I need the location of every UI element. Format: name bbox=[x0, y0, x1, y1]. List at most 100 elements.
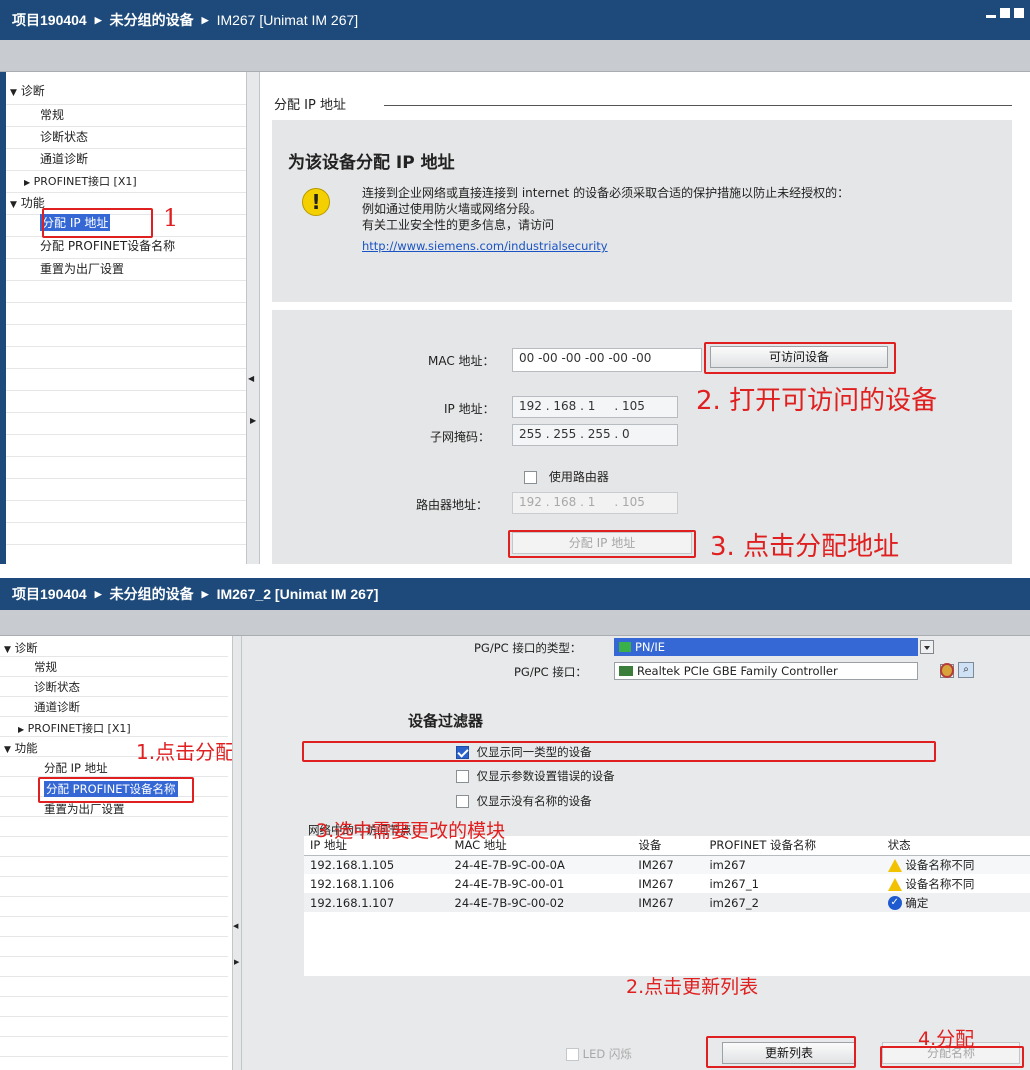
top-main: 分配 IP 地址 为该设备分配 IP 地址 ! 连接到企业网络或直接连接到 in… bbox=[260, 72, 1030, 564]
annotation-step-1: 1 bbox=[163, 204, 179, 232]
breadcrumb-device[interactable]: IM267_2 [Unimat IM 267] bbox=[217, 586, 379, 602]
tree-profinet-label: PROFINET接口 [X1] bbox=[27, 722, 131, 735]
router-field[interactable]: 192 . 168 . 1 . 105 bbox=[512, 492, 678, 514]
breadcrumb-project[interactable]: 项目190404 bbox=[12, 10, 87, 30]
annotation-box-row bbox=[302, 741, 936, 762]
table-row[interactable]: 192.168.1.107 24-4E-7B-9C-00-02 IM267 im… bbox=[304, 893, 1030, 912]
mac-label: MAC 地址： bbox=[428, 354, 495, 368]
collapse-left-icon[interactable]: ◀ bbox=[248, 374, 254, 383]
breadcrumb-project[interactable]: 项目190404 bbox=[12, 584, 87, 604]
cell-status-text: 确定 bbox=[905, 895, 929, 910]
maximize-icon[interactable] bbox=[1014, 8, 1024, 18]
annotation-step-3: 3. 点击分配地址 bbox=[710, 532, 900, 562]
filter-no-name-checkbox[interactable] bbox=[456, 795, 469, 808]
breadcrumb-group[interactable]: 未分组的设备 bbox=[110, 10, 194, 30]
expand-down-icon: ▼ bbox=[4, 745, 11, 755]
col-status[interactable]: 状态 bbox=[881, 836, 1030, 856]
nodes-table: IP 地址 MAC 地址 设备 PROFINET 设备名称 状态 192.168… bbox=[304, 836, 1030, 912]
tree-item-channel-diag[interactable]: 通道诊断 bbox=[40, 150, 88, 167]
tree-func-header[interactable]: ▼ 功能 bbox=[4, 740, 38, 756]
ip-label: IP 地址： bbox=[444, 402, 495, 416]
tree-item-factory-reset[interactable]: 重置为出厂设置 bbox=[44, 801, 125, 817]
tree-item-general[interactable]: 常规 bbox=[40, 106, 64, 123]
pgpc-type-dropdown-icon[interactable] bbox=[920, 640, 934, 654]
subnet-field[interactable]: 255 . 255 . 255 . 0 bbox=[512, 424, 678, 446]
breadcrumb-separator-icon: ▶ bbox=[201, 14, 209, 25]
tree-item-factory-reset[interactable]: 重置为出厂设置 bbox=[40, 260, 124, 277]
breadcrumb-separator-icon: ▶ bbox=[94, 588, 102, 599]
warning-icon bbox=[887, 877, 902, 891]
table-row[interactable]: 192.168.1.105 24-4E-7B-9C-00-0A IM267 im… bbox=[304, 855, 1030, 874]
collapse-left-icon[interactable]: ◀ bbox=[233, 922, 238, 930]
tree-item-profinet[interactable]: ▶ PROFINET接口 [X1] bbox=[18, 720, 131, 736]
diagnostics-shield-icon[interactable] bbox=[940, 663, 954, 678]
expand-down-icon: ▼ bbox=[10, 200, 17, 210]
subnet-label: 子网掩码： bbox=[430, 430, 491, 444]
top-splitter[interactable]: ◀ ▶ bbox=[246, 72, 260, 564]
breadcrumb-group[interactable]: 未分组的设备 bbox=[110, 584, 194, 604]
tree-item-assign-name[interactable]: 分配 PROFINET设备名称 bbox=[40, 237, 175, 254]
warning-line-2: 例如通过使用防火墙或网络分段。 bbox=[362, 202, 543, 216]
filter-param-error-checkbox[interactable] bbox=[456, 770, 469, 783]
tree-profinet-label: PROFINET接口 [X1] bbox=[33, 175, 137, 188]
cell-mac: 24-4E-7B-9C-00-0A bbox=[454, 857, 565, 872]
filter-heading: 设备过滤器 bbox=[408, 712, 484, 730]
tree-diag-label: 诊断 bbox=[14, 641, 38, 655]
expand-right-icon[interactable]: ▶ bbox=[250, 416, 256, 425]
nodes-table-container: IP 地址 MAC 地址 设备 PROFINET 设备名称 状态 192.168… bbox=[304, 836, 1030, 976]
tree-item-assign-ip[interactable]: 分配 IP 地址 bbox=[44, 760, 108, 776]
col-device[interactable]: 设备 bbox=[632, 836, 704, 856]
top-sidebar: ▼ 诊断 常规 诊断状态 通道诊断 ▶ PROFINET接口 [X1] ▼ 功能… bbox=[0, 72, 246, 564]
warning-line-3: 有关工业安全性的更多信息，请访问 bbox=[362, 218, 555, 232]
tree-func-label: 功能 bbox=[20, 196, 45, 210]
security-link[interactable]: http://www.siemens.com/industrialsecurit… bbox=[362, 239, 608, 253]
nic-icon bbox=[619, 666, 633, 676]
filter-no-name[interactable]: 仅显示没有名称的设备 bbox=[456, 793, 592, 809]
filter-param-error[interactable]: 仅显示参数设置错误的设备 bbox=[456, 768, 615, 784]
tree-item-channel-diag[interactable]: 通道诊断 bbox=[34, 699, 80, 715]
tree-diag-header[interactable]: ▼ 诊断 bbox=[4, 640, 38, 656]
breadcrumb-device[interactable]: IM267 [Unimat IM 267] bbox=[217, 12, 359, 28]
table-row[interactable]: 192.168.1.106 24-4E-7B-9C-00-01 IM267 im… bbox=[304, 874, 1030, 893]
restore-icon[interactable] bbox=[1000, 8, 1010, 18]
led-flash-row[interactable]: LED 闪烁 bbox=[566, 1046, 632, 1062]
warning-icon bbox=[887, 858, 902, 872]
warning-line-1: 连接到企业网络或直接连接到 internet 的设备必须采取合适的保护措施以防止… bbox=[362, 186, 850, 200]
cell-mac: 24-4E-7B-9C-00-02 bbox=[454, 895, 565, 910]
mac-field[interactable]: 00 -00 -00 -00 -00 -00 bbox=[512, 348, 702, 372]
bottom-main: PG/PC 接口的类型： PN/IE PG/PC 接口： Realtek PCI… bbox=[242, 636, 1030, 1070]
tree-diag-header[interactable]: ▼ 诊断 bbox=[10, 82, 45, 99]
search-icon[interactable]: ⌕ bbox=[958, 662, 974, 678]
warning-icon: ! bbox=[302, 188, 330, 216]
pgpc-type-label: PG/PC 接口的类型： bbox=[474, 641, 582, 655]
cell-device: IM267 bbox=[638, 876, 674, 891]
pgpc-type-select[interactable]: PN/IE bbox=[614, 638, 918, 656]
bottom-sidebar: ▼ 诊断 常规 诊断状态 通道诊断 ▶ PROFINET接口 [X1] ▼ 功能… bbox=[0, 636, 232, 1070]
led-flash-checkbox[interactable] bbox=[566, 1048, 579, 1061]
tree-func-label: 功能 bbox=[14, 741, 38, 755]
pgpc-iface-select[interactable]: Realtek PCIe GBE Family Controller bbox=[614, 662, 918, 680]
tree-item-diag-status[interactable]: 诊断状态 bbox=[34, 679, 80, 695]
annotation-step-b3: 3.选中需要更改的模块 bbox=[316, 820, 506, 842]
cell-mac: 24-4E-7B-9C-00-01 bbox=[454, 876, 565, 891]
pgpc-iface-label: PG/PC 接口： bbox=[514, 665, 587, 679]
ip-field[interactable]: 192 . 168 . 1 . 105 bbox=[512, 396, 678, 418]
bottom-splitter[interactable]: ◀ ▶ bbox=[232, 636, 242, 1070]
annotation-box-update bbox=[706, 1036, 856, 1068]
minimize-icon[interactable] bbox=[986, 15, 996, 18]
cell-status-text: 设备名称不同 bbox=[905, 876, 975, 891]
col-profinet-name[interactable]: PROFINET 设备名称 bbox=[703, 836, 882, 856]
breadcrumb-separator-icon: ▶ bbox=[201, 588, 209, 599]
pgpc-iface-value: Realtek PCIe GBE Family Controller bbox=[637, 664, 838, 678]
tree-item-profinet[interactable]: ▶ PROFINET接口 [X1] bbox=[24, 173, 137, 189]
router-checkbox[interactable] bbox=[524, 471, 537, 484]
cell-status-text: 设备名称不同 bbox=[905, 857, 975, 872]
annotation-box-1 bbox=[42, 208, 153, 238]
tree-item-general[interactable]: 常规 bbox=[34, 659, 57, 675]
tree-func-header[interactable]: ▼ 功能 bbox=[10, 194, 45, 211]
router-checkbox-row[interactable]: 使用路由器 bbox=[524, 468, 609, 485]
bottom-toolstrip bbox=[0, 610, 1030, 636]
tree-item-diag-status[interactable]: 诊断状态 bbox=[40, 128, 88, 145]
expand-right-icon[interactable]: ▶ bbox=[234, 958, 239, 966]
cell-device: IM267 bbox=[638, 857, 674, 872]
